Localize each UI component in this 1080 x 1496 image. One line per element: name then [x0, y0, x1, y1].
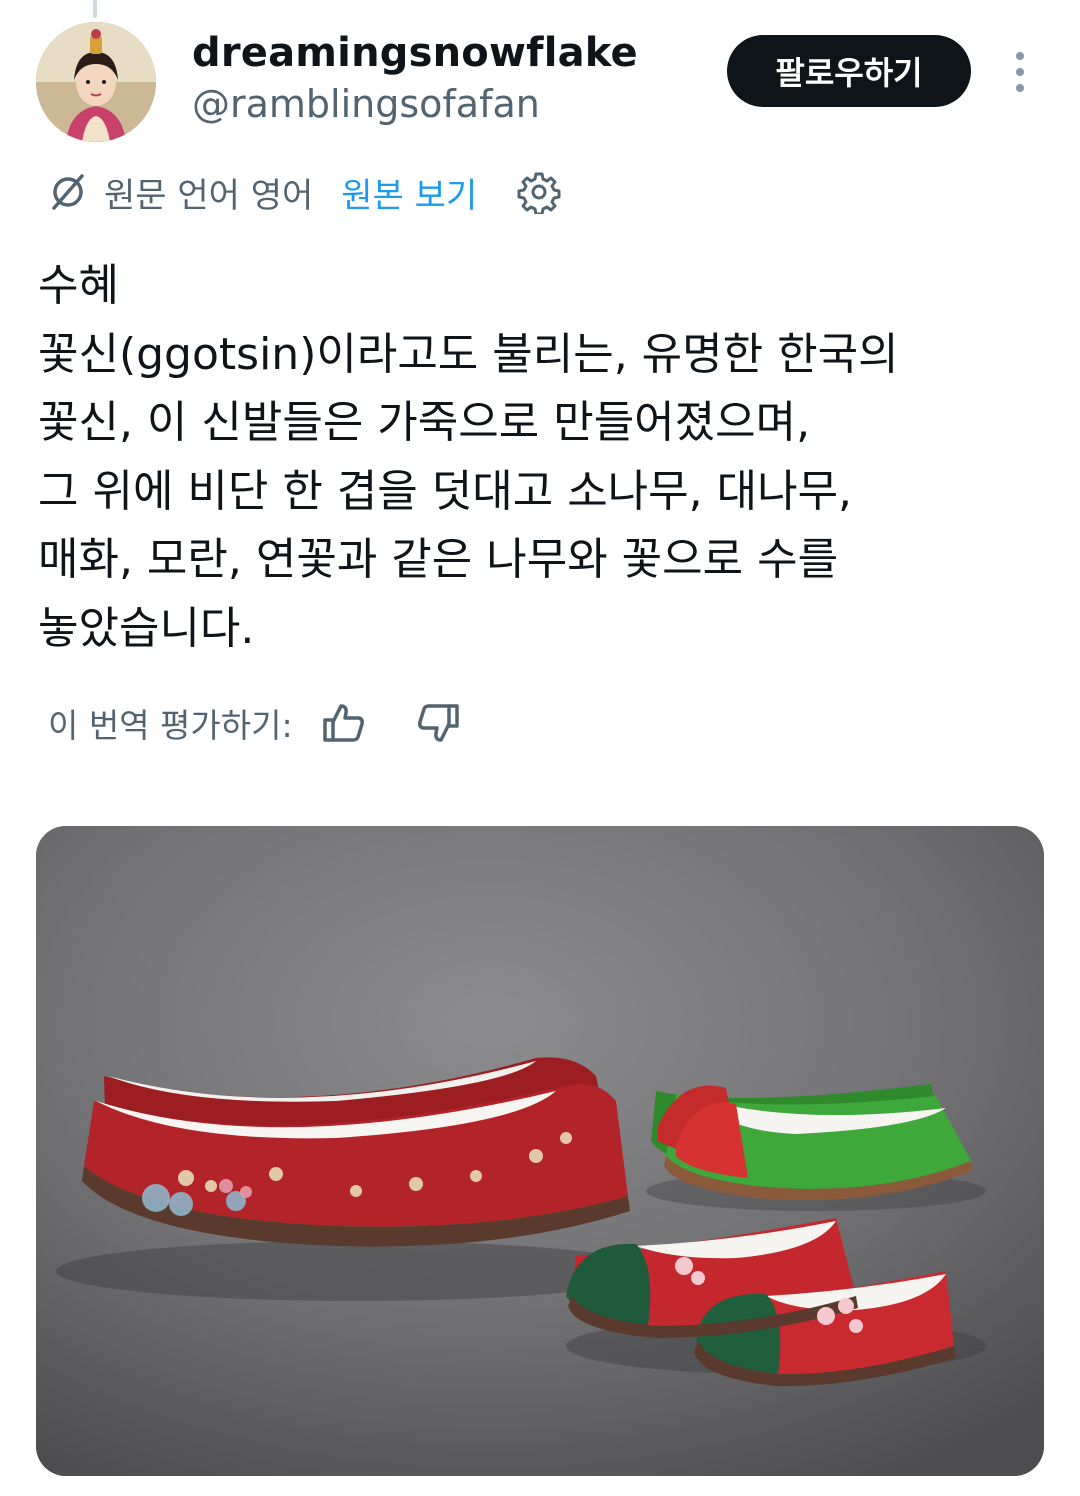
follow-button[interactable]: 팔로우하기	[727, 35, 971, 107]
more-options-icon[interactable]	[1004, 48, 1036, 96]
thumbs-up-icon[interactable]	[321, 700, 367, 746]
more-dot	[1016, 84, 1024, 92]
post-body: 수혜 꽃신(ggotsin)이라고도 불리는, 유명한 한국의 꽃신, 이 신발…	[38, 252, 1048, 663]
translate-icon	[52, 174, 84, 210]
rate-translation-label: 이 번역 평가하기:	[48, 706, 293, 745]
rate-translation-row: 이 번역 평가하기:	[48, 696, 509, 750]
post-line: 꽃신(ggotsin)이라고도 불리는, 유명한 한국의	[38, 328, 899, 380]
author-handle[interactable]: @ramblingsofafan	[192, 82, 540, 126]
post-line: 수혜	[38, 260, 119, 311]
thread-connector-line	[93, 0, 97, 18]
post-line: 매화, 모란, 연꽃과 같은 나무와 꽃으로 수를	[38, 534, 839, 585]
gear-icon[interactable]	[517, 170, 561, 214]
author-display-name[interactable]: dreamingsnowflake	[192, 30, 638, 76]
post-media-image[interactable]	[36, 826, 1044, 1476]
more-dot	[1016, 52, 1024, 60]
post-line: 놓았습니다.	[38, 602, 255, 654]
translation-bar: 원문 언어 영어 원본 보기	[46, 168, 561, 216]
show-original-link[interactable]: 원본 보기	[341, 168, 477, 217]
embroidered-shoes-photo	[36, 826, 1044, 1476]
post-line: 꽃신, 이 신발들은 가죽으로 만들어졌으며,	[38, 397, 811, 448]
thumbs-down-icon[interactable]	[415, 700, 461, 746]
original-language-label: 원문 언어 영어	[104, 175, 314, 216]
post-line: 그 위에 비단 한 겹을 덧대고 소나무, 대나무,	[38, 465, 853, 517]
more-dot	[1016, 68, 1024, 76]
author-avatar[interactable]	[36, 22, 156, 142]
avatar-portrait-icon	[36, 22, 156, 142]
